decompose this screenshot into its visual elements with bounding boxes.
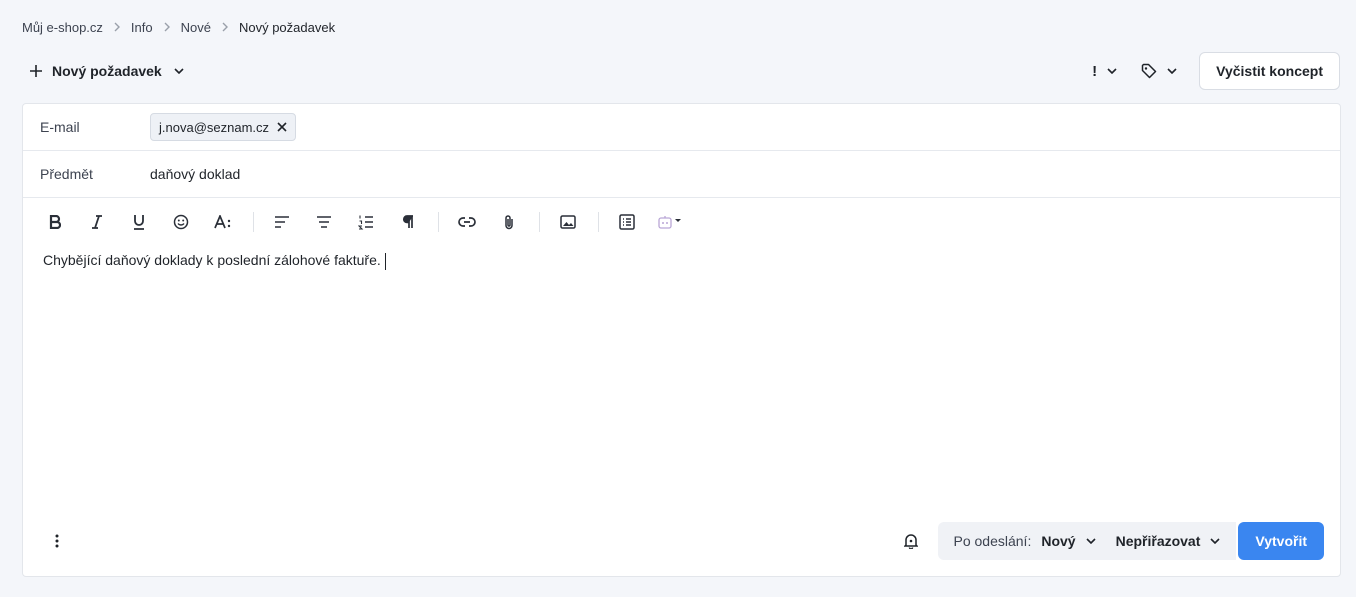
italic-icon[interactable] <box>83 208 111 236</box>
editor-toolbar <box>23 198 1340 246</box>
assignee-value: Nepřiřazovat <box>1115 533 1201 549</box>
breadcrumb: Můj e-shop.cz Info Nové Nový požadavek <box>22 18 335 36</box>
notification-bell-icon[interactable] <box>896 526 926 556</box>
breadcrumb-item-info[interactable]: Info <box>131 20 153 35</box>
toolbar-divider <box>598 212 599 232</box>
text-caret <box>384 252 386 270</box>
chevron-down-icon <box>1086 538 1096 544</box>
breadcrumb-item-eshop[interactable]: Můj e-shop.cz <box>22 20 103 35</box>
emoji-icon[interactable] <box>167 208 195 236</box>
chevron-right-icon <box>163 22 171 32</box>
toolbar-divider <box>539 212 540 232</box>
email-chip-text: j.nova@seznam.cz <box>159 119 270 135</box>
bold-icon[interactable] <box>41 208 69 236</box>
subject-row: Předmět daňový doklad <box>23 151 1340 198</box>
align-left-icon[interactable] <box>268 208 296 236</box>
status-value: Nový <box>1041 533 1076 549</box>
assignee-dropdown[interactable]: Nepřiřazovat <box>1116 533 1221 549</box>
email-label: E-mail <box>40 119 80 135</box>
align-center-icon[interactable] <box>310 208 338 236</box>
subject-label: Předmět <box>40 166 93 182</box>
breadcrumb-item-nove[interactable]: Nové <box>181 20 211 35</box>
chevron-down-icon <box>1167 68 1177 74</box>
chevron-right-icon <box>221 22 229 32</box>
underline-icon[interactable] <box>125 208 153 236</box>
top-bar: Nový požadavek ! Vyčistit koncept <box>22 52 1340 90</box>
after-send-options: Po odeslání: Nový Nepřiřazovat <box>937 522 1237 560</box>
link-icon[interactable] <box>453 208 481 236</box>
toolbar-divider <box>438 212 439 232</box>
priority-dropdown[interactable]: ! <box>1084 53 1125 89</box>
priority-icon: ! <box>1092 62 1098 80</box>
new-request-dropdown[interactable]: Nový požadavek <box>22 53 192 89</box>
create-button[interactable]: Vytvořit <box>1238 522 1324 560</box>
more-vertical-icon[interactable] <box>47 526 67 556</box>
tags-dropdown[interactable] <box>1133 53 1185 89</box>
email-chip[interactable]: j.nova@seznam.cz <box>150 113 297 141</box>
subject-input[interactable]: daňový doklad <box>150 166 240 182</box>
clear-draft-button[interactable]: Vyčistit koncept <box>1199 52 1340 90</box>
status-dropdown[interactable]: Nový <box>1041 533 1096 549</box>
image-icon[interactable] <box>554 208 582 236</box>
ticket-form: E-mail j.nova@seznam.cz Předmět daňový d… <box>22 103 1341 577</box>
after-send-label: Po odeslání: <box>953 533 1032 549</box>
form-footer: Po odeslání: Nový Nepřiřazovat Vytvořit <box>23 522 1340 560</box>
chevron-down-icon <box>1107 68 1117 74</box>
toolbar-divider <box>253 212 254 232</box>
ai-assistant-icon[interactable] <box>655 208 685 236</box>
plus-icon <box>30 62 42 80</box>
chevron-down-icon <box>1210 538 1220 544</box>
paragraph-icon[interactable] <box>394 208 422 236</box>
chevron-down-icon <box>174 68 184 74</box>
tag-icon <box>1141 63 1157 79</box>
text-size-icon[interactable] <box>209 208 237 236</box>
chevron-right-icon <box>113 22 121 32</box>
close-icon[interactable] <box>277 122 287 132</box>
ordered-list-icon[interactable] <box>352 208 380 236</box>
breadcrumb-current: Nový požadavek <box>238 19 336 35</box>
new-request-label: Nový požadavek <box>52 63 162 79</box>
template-icon[interactable] <box>613 208 641 236</box>
message-editor[interactable]: Chybějící daňový doklady k poslední zálo… <box>23 246 1340 496</box>
email-row: E-mail j.nova@seznam.cz <box>23 104 1340 151</box>
message-text: Chybějící daňový doklady k poslední zálo… <box>43 252 381 268</box>
attachment-icon[interactable] <box>495 208 523 236</box>
